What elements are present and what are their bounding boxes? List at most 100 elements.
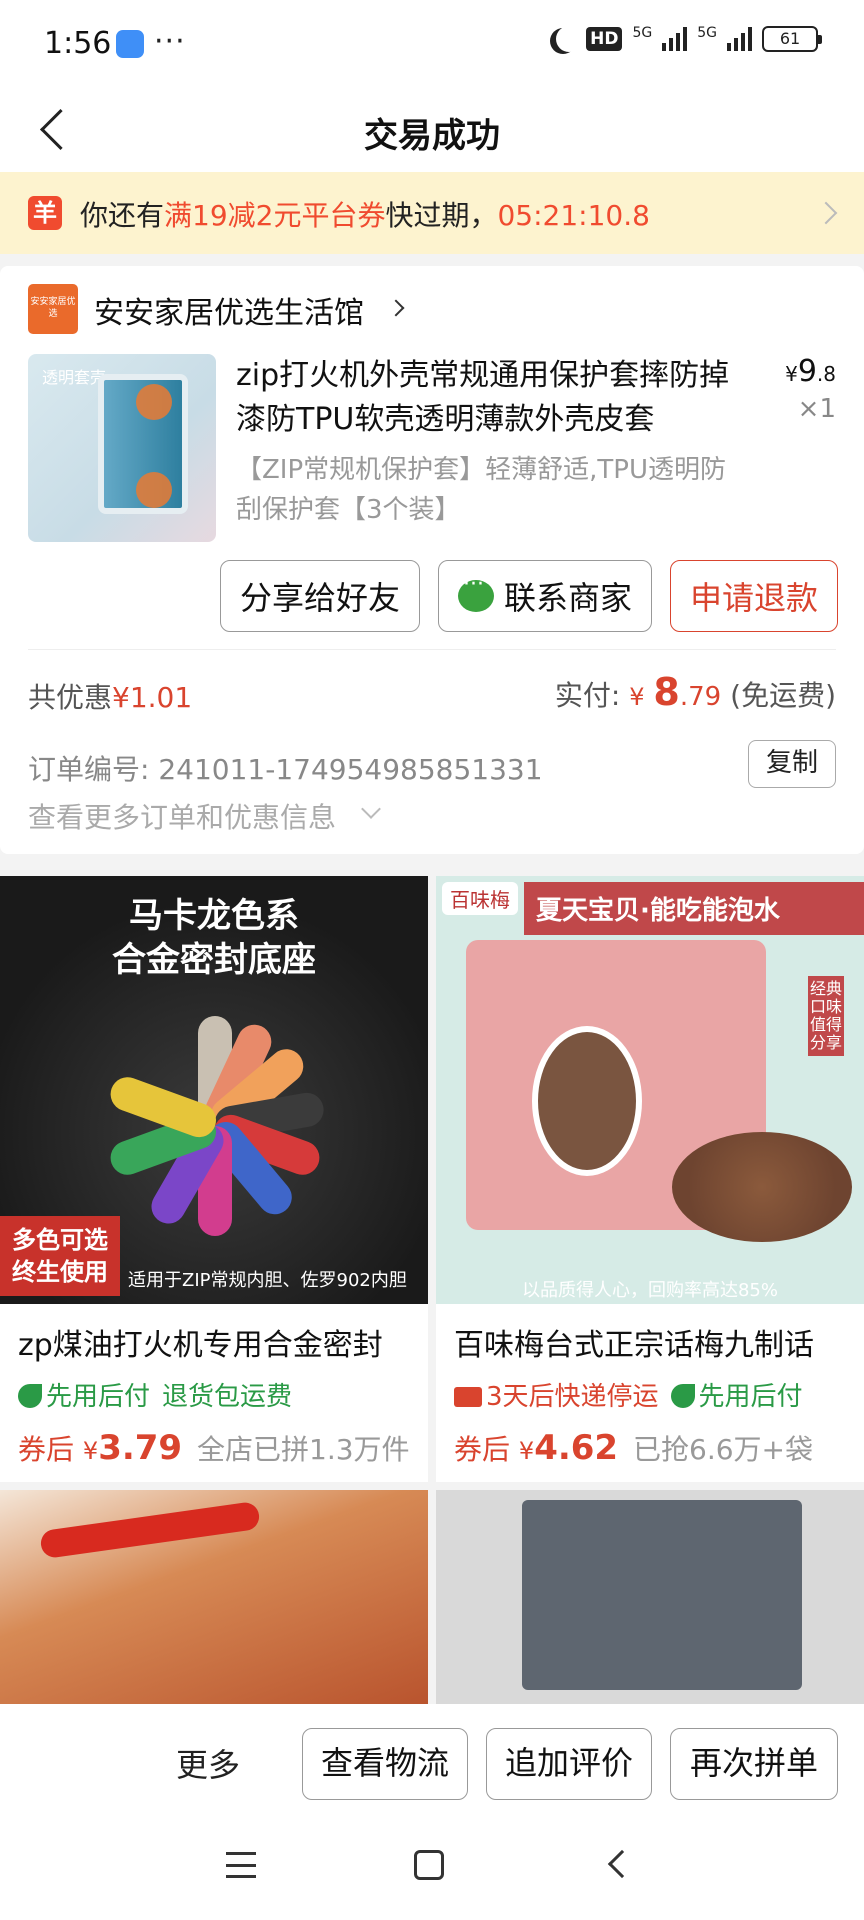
image-vertical-label: 经典口味值得分享: [808, 976, 844, 1056]
contact-label: 联系商家: [503, 579, 632, 617]
add-review-button[interactable]: 追加评价: [486, 1728, 652, 1800]
recommendation-image-partial[interactable]: [0, 1490, 428, 1704]
tag-text: 先用后付: [698, 1382, 803, 1412]
image-headline: 马卡龙色系 合金密封底座: [112, 896, 316, 980]
recommendation-title[interactable]: zp煤油打火机专用合金密封: [18, 1320, 418, 1364]
more-button[interactable]: 更多: [176, 1740, 240, 1786]
do-not-disturb-icon: [556, 26, 582, 52]
recommendation-tags: 先用后付 退货包运费: [18, 1376, 292, 1413]
coupon-text: 你还有满19减2元平台券快过期，05:21:10.8: [80, 194, 650, 234]
paid-summary: 实付: ¥ 8.79 (免运费): [555, 670, 836, 714]
page-header: 交易成功: [0, 86, 864, 172]
discount-value: ¥1.01: [112, 681, 193, 714]
product-price: ¥9.8: [785, 354, 836, 389]
recommendation-image[interactable]: 百味梅 夏天宝贝·能吃能泡水 经典口味值得分享 以品质得人心，回购率高达85%: [436, 876, 864, 1304]
order-number-value: 241011-174954985851331: [158, 753, 543, 786]
chili-shape: [39, 1500, 261, 1560]
hd-icon: HD: [586, 27, 623, 51]
battery-icon: 61: [762, 26, 822, 52]
price-label: 券后: [454, 1433, 511, 1466]
coupon-name: 满19减2元平台券: [164, 199, 386, 232]
chat-icon: [457, 572, 494, 612]
recommendation-tags: 3天后快递停运 先用后付: [454, 1376, 803, 1413]
image-brand: 百味梅: [442, 882, 518, 915]
network-label-1: 5G: [632, 25, 653, 41]
price-value: 3.79: [98, 1428, 183, 1468]
coupon-expiry-banner[interactable]: 羊 你还有满19减2元平台券快过期，05:21:10.8: [0, 172, 864, 254]
more-notifications-icon: ···: [154, 24, 186, 59]
image-banner: 夏天宝贝·能吃能泡水: [524, 882, 864, 935]
order-number-label: 订单编号:: [28, 753, 150, 786]
package-shape: [522, 1500, 802, 1690]
discount-summary: 共优惠¥1.01: [28, 676, 192, 716]
signal-icon-2: [727, 27, 752, 51]
copy-button[interactable]: 复制: [748, 740, 836, 788]
more-order-info-link[interactable]: 查看更多订单和优惠信息: [28, 796, 336, 836]
arrow-icon: [136, 472, 172, 508]
recommendation-price: 券后 ¥3.79 全店已拼1.3万件: [18, 1428, 410, 1468]
signal-icon: [662, 27, 688, 51]
price-value: 4.62: [534, 1428, 619, 1468]
page-title: 交易成功: [364, 116, 500, 156]
paid-int: 8: [653, 670, 680, 714]
image-caption: 适用于ZIP常规内胆、佐罗902内胆: [128, 1270, 407, 1291]
sold-count: 全店已拼1.3万件: [197, 1433, 410, 1466]
leaf-icon: [670, 1384, 695, 1408]
product-title[interactable]: zip打火机外壳常规通用保护套摔防掉漆防TPU软壳透明薄款外壳皮套: [236, 354, 746, 442]
shipping-note: (免运费): [730, 679, 836, 712]
tag-pay-later: 先用后付: [18, 1376, 150, 1413]
status-time: 1:56: [44, 26, 112, 61]
view-logistics-button[interactable]: 查看物流: [302, 1728, 468, 1800]
chevron-right-icon: [814, 201, 838, 225]
divider: [28, 649, 836, 650]
paid-currency: ¥: [629, 683, 645, 711]
system-nav-bar: [0, 1816, 864, 1920]
tag-text: 先用后付: [46, 1382, 151, 1412]
product-image[interactable]: 透明套壳: [28, 354, 216, 542]
share-button[interactable]: 分享给好友: [220, 560, 420, 632]
recommendation-title[interactable]: 百味梅台式正宗话梅九制话: [454, 1320, 854, 1364]
store-name[interactable]: 安安家居优选生活馆: [94, 288, 364, 332]
recommendation-image[interactable]: 马卡龙色系 合金密封底座 多色可选 终生使用 适用于ZIP常规内胆、佐罗902内…: [0, 876, 428, 1304]
status-indicators: HD 5G 5G 61: [550, 25, 822, 52]
tag-pay-later: 先用后付: [670, 1376, 803, 1413]
recommendation-card[interactable]: 百味梅 夏天宝贝·能吃能泡水 经典口味值得分享 以品质得人心，回购率高达85% …: [436, 876, 864, 1482]
arrow-icon: [136, 384, 172, 420]
image-corner-tag: 多色可选 终生使用: [0, 1216, 120, 1296]
price-int: 9: [797, 354, 817, 389]
refund-label: 申请退款: [689, 579, 818, 617]
network-label-2: 5G: [697, 25, 717, 41]
tag-shipping-pause: 3天后快递停运: [454, 1376, 659, 1413]
coupon-middle: 快过期，: [385, 199, 498, 232]
coupon-prefix: 你还有: [80, 199, 165, 232]
product-quantity: ×1: [797, 394, 836, 424]
tag-free-return: 退货包运费: [162, 1382, 293, 1412]
paid-label: 实付:: [554, 679, 621, 712]
plums-shape: [672, 1132, 852, 1242]
app-notification-icon: [116, 30, 144, 58]
price-currency: ¥: [82, 1437, 99, 1465]
back-icon[interactable]: [607, 1849, 637, 1879]
bottom-action-bar: 更多 查看物流 追加评价 再次拼单: [0, 1704, 864, 1816]
package-window: [532, 1026, 642, 1176]
store-logo: 安安家居优选: [28, 284, 78, 334]
menu-icon[interactable]: [226, 1852, 256, 1878]
product-image-label: 透明套壳: [42, 368, 107, 387]
recommendation-card[interactable]: 马卡龙色系 合金密封底座 多色可选 终生使用 适用于ZIP常规内胆、佐罗902内…: [0, 876, 428, 1482]
image-slogan: 以品质得人心，回购率高达85%: [521, 1280, 778, 1301]
price-dec: .8: [816, 362, 836, 386]
discount-label: 共优惠: [28, 681, 113, 714]
coupon-icon: 羊: [28, 196, 62, 230]
price-currency: ¥: [518, 1437, 535, 1465]
product-spec: 【ZIP常规机保护套】轻薄舒适,TPU透明防刮保护套【3个装】: [236, 455, 727, 525]
share-label: 分享给好友: [239, 579, 400, 617]
recommendation-image-partial[interactable]: [436, 1490, 864, 1704]
chevron-down-icon: [361, 799, 381, 819]
home-icon[interactable]: [414, 1850, 444, 1880]
store-chevron-icon: [387, 299, 405, 317]
recommendation-price: 券后 ¥4.62 已抢6.6万+袋: [454, 1428, 813, 1468]
reorder-button[interactable]: 再次拼单: [670, 1728, 838, 1800]
order-number: 订单编号: 241011-174954985851331: [28, 748, 543, 788]
refund-button[interactable]: 申请退款: [670, 560, 838, 632]
contact-seller-button[interactable]: 联系商家: [438, 560, 652, 632]
